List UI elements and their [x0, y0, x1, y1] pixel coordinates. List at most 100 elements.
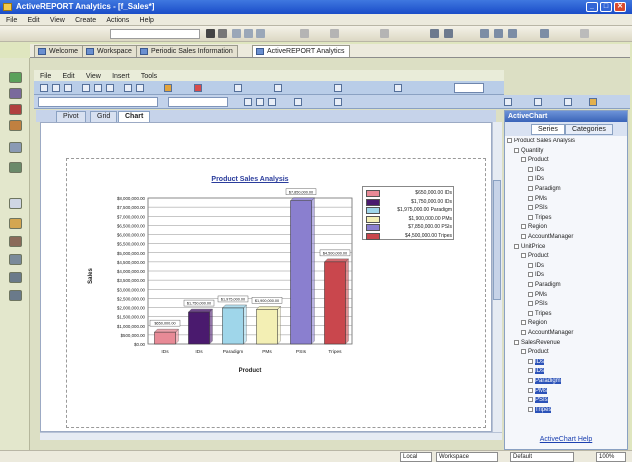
home-icon[interactable]: [9, 72, 22, 83]
checkbox-icon[interactable]: [528, 195, 533, 201]
expand-icon[interactable]: [521, 320, 526, 326]
tree-node[interactable]: Region: [521, 224, 547, 231]
checkbox-icon[interactable]: [528, 282, 533, 287]
status-combo-workspace[interactable]: Workspace: [436, 452, 498, 462]
view-icon[interactable]: [504, 98, 512, 106]
property-combo[interactable]: [168, 97, 228, 107]
checkbox-icon[interactable]: [528, 205, 533, 211]
tab-analytics[interactable]: ActiveREPORT Analytics: [252, 45, 350, 57]
menu-view[interactable]: View: [50, 17, 65, 24]
inner-menu-view[interactable]: View: [86, 73, 101, 80]
gridlines-icon[interactable]: [334, 84, 342, 92]
save-icon[interactable]: [64, 84, 72, 92]
element-combo[interactable]: [38, 97, 158, 107]
tree-node[interactable]: PMs: [528, 291, 547, 299]
line-icon[interactable]: [256, 98, 264, 106]
tree-node[interactable]: Product: [521, 253, 549, 260]
grid-icon[interactable]: [330, 29, 339, 38]
help-link[interactable]: ActiveChart Help: [505, 436, 627, 448]
horizontal-scrollbar[interactable]: [40, 432, 502, 440]
italic-icon[interactable]: [218, 29, 227, 38]
settings-icon[interactable]: [9, 254, 22, 265]
sort-icon[interactable]: [508, 29, 517, 38]
align-icon[interactable]: [232, 29, 241, 38]
expand-icon[interactable]: [514, 147, 519, 153]
color-icon[interactable]: [194, 84, 202, 92]
vertical-scroll-thumb[interactable]: [493, 180, 501, 300]
pivot-icon[interactable]: [540, 29, 549, 38]
expand-icon[interactable]: [521, 349, 526, 355]
checkbox-icon[interactable]: [528, 358, 533, 364]
expand-icon[interactable]: [521, 224, 526, 230]
expand-icon[interactable]: [521, 330, 526, 335]
tree-node[interactable]: Paradigm: [528, 282, 561, 289]
tab-periodic-sales[interactable]: Periodic Sales Information: [136, 45, 238, 57]
fill-icon[interactable]: [244, 98, 252, 106]
bold-icon[interactable]: [206, 29, 215, 38]
package-icon[interactable]: [9, 218, 22, 229]
tree-node[interactable]: IDs: [528, 176, 544, 183]
legend-icon[interactable]: [234, 84, 242, 92]
checkbox-icon[interactable]: [528, 368, 533, 374]
tab-series[interactable]: Series: [531, 124, 565, 135]
tree-node[interactable]: Paradigm: [528, 186, 561, 193]
checkbox-icon[interactable]: [528, 262, 533, 268]
tree-node[interactable]: IDs: [528, 272, 544, 279]
zoom-icon[interactable]: [480, 29, 489, 38]
nav-back-icon[interactable]: [430, 29, 439, 38]
export-icon[interactable]: [9, 290, 22, 301]
expand-icon[interactable]: [514, 243, 519, 249]
tree-node[interactable]: PMs: [528, 195, 547, 203]
expand-icon[interactable]: [521, 157, 526, 163]
tab-workspace[interactable]: Workspace: [82, 45, 137, 57]
status-combo-default[interactable]: Default: [510, 452, 574, 462]
checkbox-icon[interactable]: [528, 186, 533, 191]
checkbox-icon[interactable]: [528, 176, 533, 182]
tab-categories[interactable]: Categories: [565, 124, 613, 135]
options-icon[interactable]: [580, 29, 589, 38]
menu-edit[interactable]: Edit: [28, 17, 40, 24]
tree-node[interactable]: IDs: [528, 368, 544, 375]
database-icon[interactable]: [9, 236, 22, 247]
tree-node[interactable]: SalesRevenue: [514, 339, 560, 347]
layout-icon[interactable]: [534, 98, 542, 106]
tree-node[interactable]: Paradigm: [528, 378, 561, 385]
data-icon[interactable]: [9, 120, 22, 131]
expand-icon[interactable]: [521, 234, 526, 239]
tree-node[interactable]: Tripes: [528, 310, 551, 318]
checkbox-icon[interactable]: [528, 378, 533, 383]
tree-node[interactable]: AccountManager: [521, 330, 573, 337]
menu-file[interactable]: File: [6, 17, 17, 24]
report-icon[interactable]: [9, 88, 22, 99]
align-center-icon[interactable]: [244, 29, 253, 38]
tree-node[interactable]: PSIs: [528, 205, 548, 212]
cut-icon[interactable]: [94, 84, 102, 92]
tree-node[interactable]: PSIs: [528, 397, 548, 404]
undo-icon[interactable]: [124, 84, 132, 92]
checkbox-icon[interactable]: [528, 166, 533, 172]
tree-node[interactable]: IDs: [528, 262, 544, 270]
align-right-icon[interactable]: [256, 29, 265, 38]
refresh-icon[interactable]: [494, 29, 503, 38]
tree-node[interactable]: Quantity: [514, 147, 543, 155]
checkbox-icon[interactable]: [528, 291, 533, 297]
table-icon[interactable]: [300, 29, 309, 38]
checkbox-icon[interactable]: [528, 310, 533, 316]
font-combo[interactable]: [110, 29, 200, 39]
checkbox-icon[interactable]: [528, 406, 533, 412]
maximize-button[interactable]: □: [600, 2, 612, 12]
minimize-button[interactable]: _: [586, 2, 598, 12]
inner-menu-file[interactable]: File: [40, 73, 51, 80]
expand-icon[interactable]: [514, 339, 519, 345]
folder-icon[interactable]: [9, 142, 22, 153]
checkbox-icon[interactable]: [528, 387, 533, 393]
inner-menu-tools[interactable]: Tools: [141, 73, 157, 80]
checkbox-icon[interactable]: [528, 214, 533, 220]
tree-node[interactable]: Product: [521, 349, 549, 356]
tab-welcome[interactable]: Welcome: [34, 45, 84, 57]
checkbox-icon[interactable]: [528, 301, 533, 307]
nav-forward-icon[interactable]: [444, 29, 453, 38]
tree-node[interactable]: Product Sales Analysis: [507, 138, 575, 145]
chart-icon[interactable]: [9, 162, 22, 173]
tree-node[interactable]: IDs: [528, 358, 544, 366]
